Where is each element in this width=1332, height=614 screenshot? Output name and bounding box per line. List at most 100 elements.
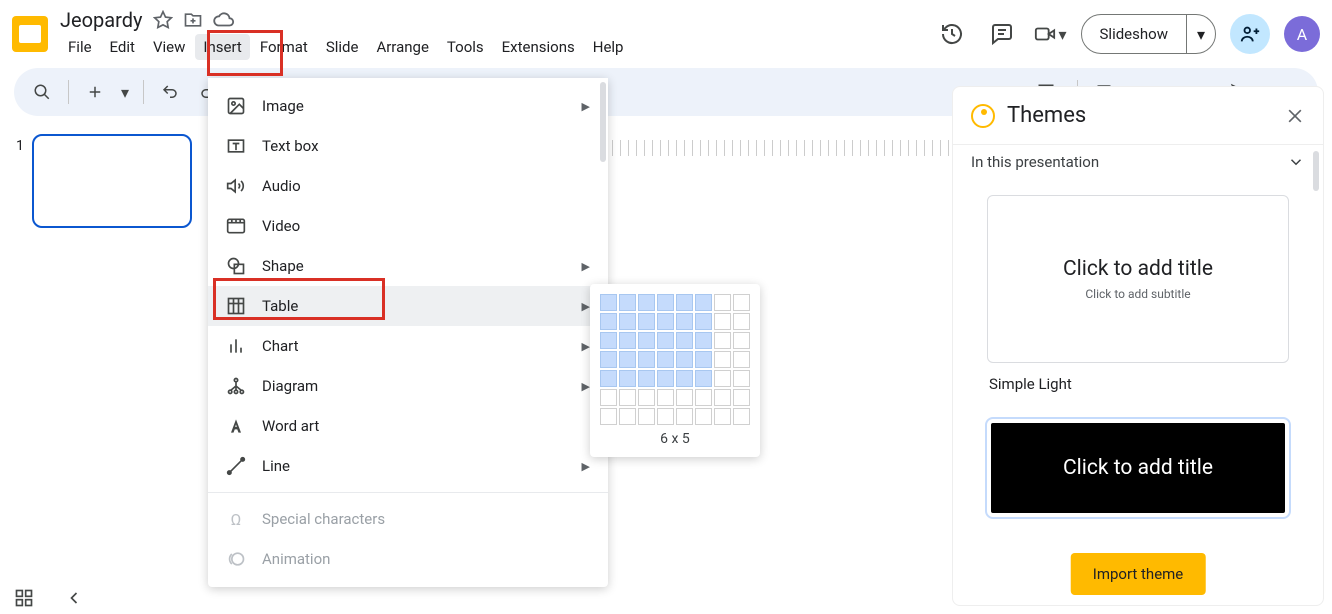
menu-slide[interactable]: Slide <box>318 34 367 60</box>
table-cell[interactable] <box>695 294 712 311</box>
insert-shape[interactable]: Shape ▶ <box>208 246 608 286</box>
move-folder-icon[interactable] <box>183 10 203 30</box>
avatar[interactable]: A <box>1284 16 1320 52</box>
table-cell[interactable] <box>619 294 636 311</box>
table-grid[interactable] <box>600 294 750 425</box>
insert-diagram[interactable]: Diagram ▶ <box>208 366 608 406</box>
slideshow-button[interactable]: Slideshow ▾ <box>1081 14 1216 54</box>
table-cell[interactable] <box>600 351 617 368</box>
table-cell[interactable] <box>695 313 712 330</box>
insert-audio[interactable]: Audio <box>208 166 608 206</box>
grid-view-icon[interactable] <box>14 588 34 608</box>
undo-button[interactable] <box>154 76 186 108</box>
menu-format[interactable]: Format <box>252 34 316 60</box>
table-cell[interactable] <box>676 332 693 349</box>
table-cell[interactable] <box>676 408 693 425</box>
new-slide-dropdown[interactable]: ▾ <box>117 76 133 108</box>
themes-section-toggle[interactable]: In this presentation <box>953 144 1323 179</box>
insert-image[interactable]: Image ▶ <box>208 86 608 126</box>
cloud-status-icon[interactable] <box>213 9 235 31</box>
table-cell[interactable] <box>657 351 674 368</box>
insert-chart[interactable]: Chart ▶ <box>208 326 608 366</box>
table-cell[interactable] <box>619 351 636 368</box>
menu-extensions[interactable]: Extensions <box>494 34 583 60</box>
table-cell[interactable] <box>657 332 674 349</box>
new-slide-button[interactable] <box>79 76 111 108</box>
share-button[interactable] <box>1230 14 1270 54</box>
table-cell[interactable] <box>733 389 750 406</box>
table-cell[interactable] <box>600 294 617 311</box>
table-cell[interactable] <box>657 408 674 425</box>
table-cell[interactable] <box>676 294 693 311</box>
table-cell[interactable] <box>619 408 636 425</box>
theme-card-dark[interactable]: Click to add title <box>987 419 1289 517</box>
table-cell[interactable] <box>638 370 655 387</box>
themes-scrollbar[interactable] <box>1313 151 1319 191</box>
menu-view[interactable]: View <box>145 34 193 60</box>
table-cell[interactable] <box>695 389 712 406</box>
table-cell[interactable] <box>657 370 674 387</box>
table-cell[interactable] <box>638 332 655 349</box>
table-cell[interactable] <box>619 389 636 406</box>
document-title[interactable]: Jeopardy <box>60 8 143 32</box>
table-cell[interactable] <box>600 313 617 330</box>
table-cell[interactable] <box>638 351 655 368</box>
table-cell[interactable] <box>733 370 750 387</box>
table-cell[interactable] <box>676 389 693 406</box>
search-icon[interactable] <box>26 76 58 108</box>
table-cell[interactable] <box>733 332 750 349</box>
table-cell[interactable] <box>733 408 750 425</box>
table-cell[interactable] <box>714 389 731 406</box>
theme-card-simple-light[interactable]: Click to add title Click to add subtitle <box>987 195 1289 363</box>
table-cell[interactable] <box>600 389 617 406</box>
table-cell[interactable] <box>714 294 731 311</box>
table-cell[interactable] <box>619 370 636 387</box>
table-cell[interactable] <box>657 389 674 406</box>
table-cell[interactable] <box>676 351 693 368</box>
menu-help[interactable]: Help <box>585 34 632 60</box>
insert-word-art[interactable]: Word art <box>208 406 608 446</box>
table-cell[interactable] <box>714 351 731 368</box>
table-cell[interactable] <box>676 313 693 330</box>
table-cell[interactable] <box>733 313 750 330</box>
table-cell[interactable] <box>657 313 674 330</box>
table-size-picker[interactable]: 6 x 5 <box>590 284 760 457</box>
table-cell[interactable] <box>638 294 655 311</box>
slideshow-label[interactable]: Slideshow <box>1082 15 1187 53</box>
table-cell[interactable] <box>638 408 655 425</box>
menu-file[interactable]: File <box>60 34 100 60</box>
table-cell[interactable] <box>695 351 712 368</box>
table-cell[interactable] <box>638 313 655 330</box>
star-icon[interactable] <box>153 10 173 30</box>
table-cell[interactable] <box>619 313 636 330</box>
insert-text-box[interactable]: Text box <box>208 126 608 166</box>
table-cell[interactable] <box>695 370 712 387</box>
table-cell[interactable] <box>638 389 655 406</box>
table-cell[interactable] <box>714 370 731 387</box>
insert-video[interactable]: Video <box>208 206 608 246</box>
table-cell[interactable] <box>619 332 636 349</box>
table-cell[interactable] <box>657 294 674 311</box>
import-theme-button[interactable]: Import theme <box>1071 553 1206 595</box>
menu-edit[interactable]: Edit <box>102 34 143 60</box>
slideshow-dropdown[interactable]: ▾ <box>1187 15 1215 53</box>
menu-arrange[interactable]: Arrange <box>368 34 436 60</box>
collapse-panel-icon[interactable] <box>64 588 84 608</box>
table-cell[interactable] <box>714 332 731 349</box>
menu-tools[interactable]: Tools <box>439 34 492 60</box>
history-icon[interactable] <box>934 16 970 52</box>
table-cell[interactable] <box>714 313 731 330</box>
table-cell[interactable] <box>714 408 731 425</box>
slide-thumbnail-1[interactable] <box>32 134 192 228</box>
insert-table[interactable]: Table ▶ <box>208 286 608 326</box>
table-cell[interactable] <box>600 408 617 425</box>
insert-line[interactable]: Line ▶ <box>208 446 608 486</box>
menu-insert[interactable]: Insert <box>195 34 249 60</box>
table-cell[interactable] <box>600 370 617 387</box>
table-cell[interactable] <box>733 351 750 368</box>
close-icon[interactable] <box>1285 106 1305 126</box>
table-cell[interactable] <box>695 332 712 349</box>
table-cell[interactable] <box>733 294 750 311</box>
table-cell[interactable] <box>600 332 617 349</box>
table-cell[interactable] <box>695 408 712 425</box>
